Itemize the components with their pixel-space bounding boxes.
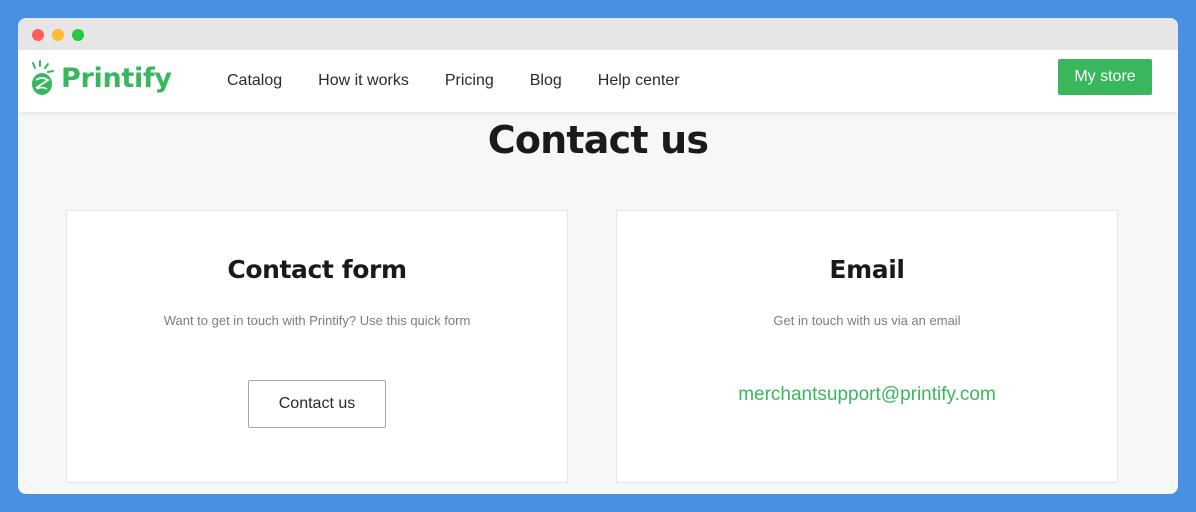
- site-header: Printify Catalog How it works Pricing Bl…: [18, 50, 1178, 112]
- nav-how-it-works[interactable]: How it works: [318, 72, 409, 90]
- close-window-button[interactable]: [32, 29, 44, 41]
- logo-wordmark: Printify: [61, 62, 172, 94]
- my-store-button[interactable]: My store: [1058, 59, 1152, 95]
- browser-window: Printify Catalog How it works Pricing Bl…: [18, 18, 1178, 494]
- window-titlebar: [18, 18, 1178, 50]
- nav-blog[interactable]: Blog: [530, 72, 562, 90]
- contact-form-subtitle: Want to get in touch with Printify? Use …: [163, 313, 471, 328]
- printify-logo[interactable]: Printify: [31, 59, 172, 97]
- contact-us-button[interactable]: Contact us: [248, 380, 386, 428]
- minimize-window-button[interactable]: [52, 29, 64, 41]
- printify-logo-icon: [31, 60, 55, 96]
- email-card-title: Email: [829, 255, 905, 284]
- page-title: Contact us: [487, 118, 709, 162]
- contact-form-title: Contact form: [227, 255, 407, 284]
- nav-pricing[interactable]: Pricing: [445, 72, 494, 90]
- contact-form-card: Contact form Want to get in touch with P…: [66, 210, 568, 483]
- main-nav: Catalog How it works Pricing Blog Help c…: [227, 50, 716, 112]
- nav-catalog[interactable]: Catalog: [227, 72, 282, 90]
- email-card-subtitle: Get in touch with us via an email: [773, 313, 961, 328]
- email-card: Email Get in touch with us via an email …: [616, 210, 1118, 483]
- maximize-window-button[interactable]: [72, 29, 84, 41]
- nav-help-center[interactable]: Help center: [598, 72, 680, 90]
- support-email-link[interactable]: merchantsupport@printify.com: [617, 384, 1117, 406]
